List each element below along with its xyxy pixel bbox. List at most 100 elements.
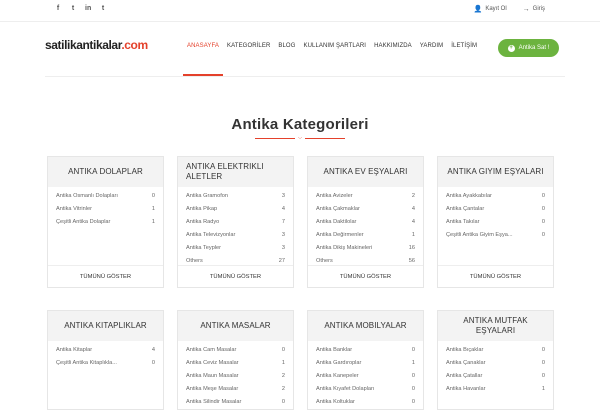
subcategory-item[interactable]: Antika Teypler 3 — [186, 241, 285, 254]
main-nav: ANASAYFA KATEGORİLER BLOG KULLANIM ŞARTL… — [183, 43, 481, 77]
category-title[interactable]: ANTIKA MUTFAK EŞYALARI — [438, 311, 553, 341]
subcategory-item[interactable]: Antika Gramofon 3 — [186, 189, 285, 202]
social-links: f t in t — [55, 5, 106, 12]
subcategory-count: 0 — [541, 218, 545, 225]
subcategory-item[interactable]: Antika Silindir Masalar 0 — [186, 395, 285, 408]
subcategory-item[interactable]: Antika Radyo 7 — [186, 215, 285, 228]
nav-item-blog[interactable]: BLOG — [274, 43, 299, 77]
category-title[interactable]: ANTIKA MASALAR — [178, 311, 293, 341]
subcategory-name: Antika Değirmenler — [316, 231, 364, 238]
category-title[interactable]: ANTIKA GIYIM EŞYALARI — [438, 157, 553, 187]
subcategory-name: Antika Avizeler — [316, 192, 353, 199]
subcategory-count: 0 — [541, 205, 545, 212]
nav-item-anasayfa[interactable]: ANASAYFA — [183, 43, 224, 77]
site-logo[interactable]: satilikantikalar.com — [45, 38, 148, 52]
nav-item-iletisim[interactable]: İLETİŞİM — [447, 43, 481, 77]
subcategory-name: Others — [186, 257, 203, 264]
subcategory-count: 3 — [281, 192, 285, 199]
subcategory-item[interactable]: Antika Takılar 0 — [446, 215, 545, 228]
subcategory-name: Antika Silindir Masalar — [186, 398, 242, 405]
subcategory-count: 1 — [541, 385, 545, 392]
subcategory-name: Antika Televizyonlar — [186, 231, 236, 238]
show-all-button[interactable]: TÜMÜNÜ GÖSTER — [438, 265, 553, 287]
subcategory-count: 7 — [281, 218, 285, 225]
subcategory-item[interactable]: Antika Havanlar 1 — [446, 382, 545, 395]
show-all-button[interactable]: TÜMÜNÜ GÖSTER — [308, 265, 423, 287]
category-card: ANTIKA GIYIM EŞYALARI Antika Ayakkabılar 0… — [437, 156, 554, 288]
subcategory-item[interactable]: Çeşitli Antika Giyim Eşya... 0 — [446, 228, 545, 241]
category-title[interactable]: ANTIKA EV EŞYALARI — [308, 157, 423, 187]
subcategory-item[interactable]: Antika Bıçaklar 0 — [446, 343, 545, 356]
subcategory-item[interactable]: Antika Kıyafet Dolapları 0 — [316, 382, 415, 395]
tumblr-icon[interactable]: t — [100, 5, 106, 12]
subcategory-item[interactable]: Antika Ayakkabılar 0 — [446, 189, 545, 202]
sell-antique-button[interactable]: + Antika Sat ! — [498, 39, 559, 57]
subcategory-item[interactable]: Antika Pikap 4 — [186, 202, 285, 215]
subcategory-list: Antika Gramofon 3 Antika Pikap 4 Antika Rady… — [178, 187, 293, 267]
subcategory-item[interactable]: Çeşitli Antika Kitaplıkla... 0 — [56, 356, 155, 369]
category-card: ANTIKA EV EŞYALARI Antika Avizeler 2 Antika… — [307, 156, 424, 288]
subcategory-count: 0 — [411, 346, 415, 353]
subcategory-item[interactable]: Antika Kanepeler 0 — [316, 369, 415, 382]
nav-item-kullanim-sartlari[interactable]: KULLANIM ŞARTLARI — [299, 43, 370, 77]
subcategory-name: Antika Çatallar — [446, 372, 483, 379]
subcategory-name: Antika Bıçaklar — [446, 346, 484, 353]
subcategory-item[interactable]: Antika Çanaklar 0 — [446, 356, 545, 369]
subcategory-count: 2 — [281, 385, 285, 392]
subcategory-list: Antika Avizeler 2 Antika Çakmaklar 4 Antika … — [308, 187, 423, 267]
subcategory-item[interactable]: Antika Avizeler 2 — [316, 189, 415, 202]
facebook-icon[interactable]: f — [55, 5, 61, 12]
subcategory-item[interactable]: Antika Osmanlı Dolapları 0 — [56, 189, 155, 202]
section-title: Antika Kategorileri — [231, 116, 369, 133]
register-link[interactable]: 👤 Kayıt Ol — [474, 5, 507, 13]
register-label: Kayıt Ol — [485, 6, 507, 12]
nav-item-yardim[interactable]: YARDIM — [416, 43, 448, 77]
category-title[interactable]: ANTIKA KITAPLIKLAR — [48, 311, 163, 341]
linkedin-icon[interactable]: in — [85, 5, 91, 12]
login-link[interactable]: → Giriş — [523, 5, 545, 13]
category-card: ANTIKA MUTFAK EŞYALARI Antika Bıçaklar 0 An… — [437, 310, 554, 410]
subcategory-count: 4 — [151, 346, 155, 353]
login-label: Giriş — [532, 6, 545, 12]
subcategory-item[interactable]: Antika Dikiş Makineleri 16 — [316, 241, 415, 254]
divider-line-right — [305, 138, 345, 139]
subcategory-item[interactable]: Antika Değirmenler 1 — [316, 228, 415, 241]
subcategory-item[interactable]: Antika Banklar 0 — [316, 343, 415, 356]
category-title[interactable]: ANTIKA ELEKTRIKLI ALETLER — [178, 157, 293, 187]
sign-in-icon: → — [522, 5, 530, 13]
show-all-button[interactable]: TÜMÜNÜ GÖSTER — [48, 265, 163, 287]
subcategory-count: 1 — [411, 359, 415, 366]
subcategory-name: Çeşitli Antika Giyim Eşya... — [446, 231, 513, 238]
subcategory-name: Antika Meşe Masalar — [186, 385, 239, 392]
subcategory-item[interactable]: Antika Kitaplar 4 — [56, 343, 155, 356]
subcategory-name: Antika Cam Masalar — [186, 346, 237, 353]
subcategory-name: Antika Banklar — [316, 346, 353, 353]
category-title[interactable]: ANTIKA MOBILYALAR — [308, 311, 423, 341]
subcategory-item[interactable]: Antika Maun Masalar 2 — [186, 369, 285, 382]
nav-item-kategoriler[interactable]: KATEGORİLER — [223, 43, 274, 77]
subcategory-item[interactable]: Antika Vitrinler 1 — [56, 202, 155, 215]
subcategory-item[interactable]: Antika Meşe Masalar 2 — [186, 382, 285, 395]
subcategory-item[interactable]: Antika Koltuklar 0 — [316, 395, 415, 408]
subcategory-item[interactable]: Antika Ceviz Masalar 1 — [186, 356, 285, 369]
twitter-icon[interactable]: t — [70, 5, 76, 12]
category-title[interactable]: ANTIKA DOLAPLAR — [48, 157, 163, 187]
subcategory-item[interactable]: Antika Televizyonlar 3 — [186, 228, 285, 241]
subcategory-item[interactable]: Çeşitli Antika Dolaplar 1 — [56, 215, 155, 228]
subcategory-name: Antika Havanlar — [446, 385, 486, 392]
subcategory-item[interactable]: Antika Cam Masalar 0 — [186, 343, 285, 356]
show-all-button[interactable]: TÜMÜNÜ GÖSTER — [178, 265, 293, 287]
category-card: ANTIKA DOLAPLAR Antika Osmanlı Dolapları 0… — [47, 156, 164, 288]
subcategory-item[interactable]: Antika Gardıroplar 1 — [316, 356, 415, 369]
divider-line-left — [255, 138, 295, 139]
nav-item-hakkimizda[interactable]: HAKKIMIZDA — [370, 43, 416, 77]
subcategory-count: 1 — [151, 205, 155, 212]
subcategory-item[interactable]: Antika Çakmaklar 4 — [316, 202, 415, 215]
category-card: ANTIKA ELEKTRIKLI ALETLER Antika Gramofon… — [177, 156, 294, 288]
subcategory-item[interactable]: Antika Daktilolar 4 — [316, 215, 415, 228]
subcategory-name: Antika Koltuklar — [316, 398, 355, 405]
subcategory-item[interactable]: Antika Çantalar 0 — [446, 202, 545, 215]
subcategory-count: 0 — [281, 346, 285, 353]
subcategory-item[interactable]: Antika Çatallar 0 — [446, 369, 545, 382]
subcategory-count: 0 — [281, 398, 285, 405]
